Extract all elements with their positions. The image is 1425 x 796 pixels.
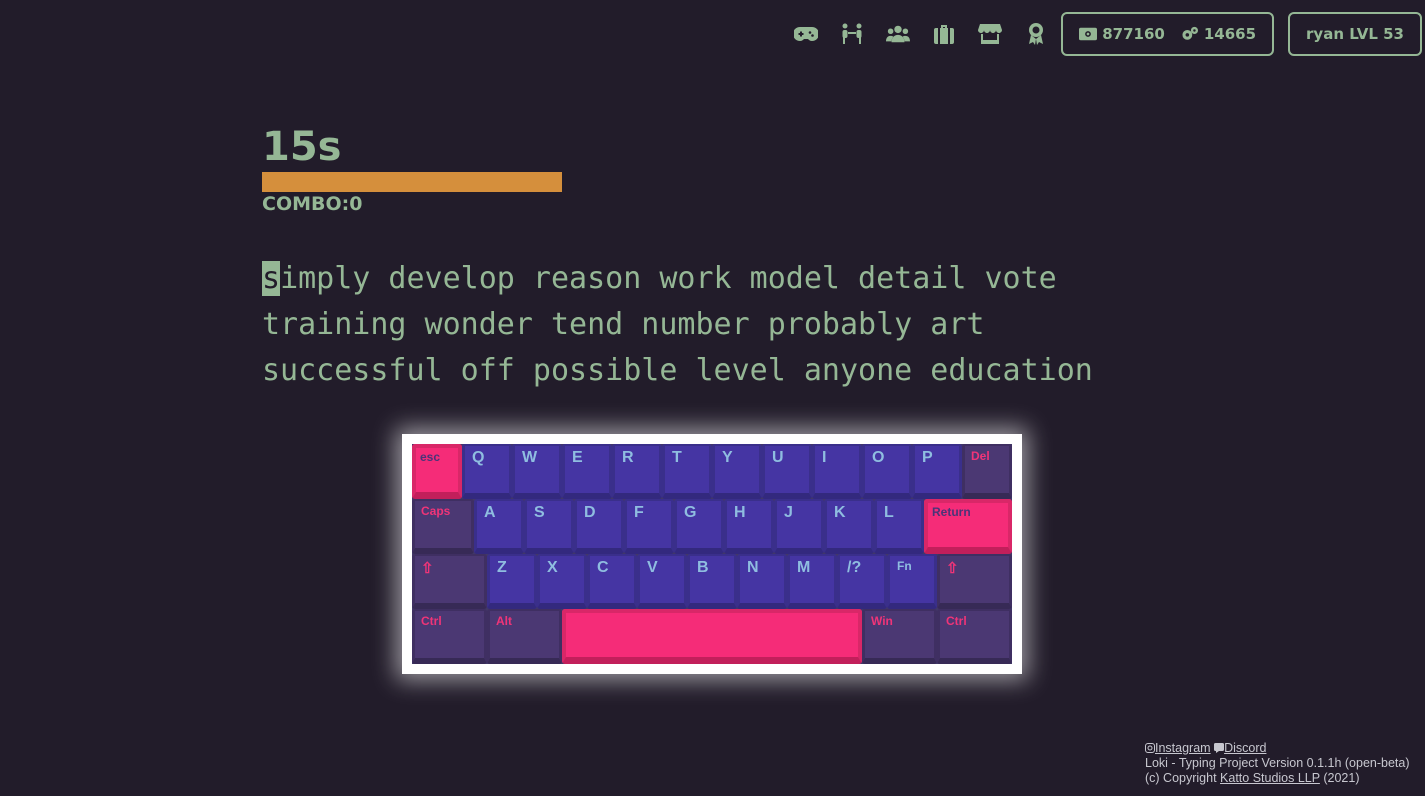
money-icon [1079,27,1098,41]
inventory-icon[interactable] [921,12,967,56]
key-l[interactable]: L [874,499,924,554]
currency-panel[interactable]: 877160 14665 [1061,12,1275,56]
key-slash[interactable]: /? [837,554,887,609]
award-icon[interactable] [1013,12,1059,56]
key-win[interactable]: Win [862,609,937,664]
copyright-text: (c) Copyright Katto Studios LLP (2021) [1145,771,1410,786]
key-s[interactable]: S [524,499,574,554]
key-left-ctrl[interactable]: Ctrl [412,609,487,664]
timer-display: 15s [262,124,342,170]
key-x[interactable]: X [537,554,587,609]
key-fn[interactable]: Fn [887,554,937,609]
key-b[interactable]: B [687,554,737,609]
key-w[interactable]: W [512,444,562,499]
key-q[interactable]: Q [462,444,512,499]
key-r[interactable]: R [612,444,662,499]
gears-icon [1182,26,1198,40]
key-m[interactable]: M [787,554,837,609]
key-d[interactable]: D [574,499,624,554]
key-o[interactable]: O [862,444,912,499]
key-space[interactable] [562,609,862,664]
key-right-shift[interactable]: ⇧ [937,554,1012,609]
discord-icon [1214,743,1225,753]
text-caret: s [262,261,281,296]
gears-stat: 14665 [1181,25,1256,43]
store-icon[interactable] [967,12,1013,56]
user-label: ryan LVL 53 [1306,25,1404,43]
key-f[interactable]: F [624,499,674,554]
key-n[interactable]: N [737,554,787,609]
key-alt[interactable]: Alt [487,609,562,664]
instagram-link[interactable]: Instagram [1155,741,1211,755]
company-link[interactable]: Katto Studios LLP [1220,771,1320,785]
key-p[interactable]: P [912,444,962,499]
key-k[interactable]: K [824,499,874,554]
key-y[interactable]: Y [712,444,762,499]
key-left-shift[interactable]: ⇧ [412,554,487,609]
key-h[interactable]: H [724,499,774,554]
key-c[interactable]: C [587,554,637,609]
key-t[interactable]: T [662,444,712,499]
key-caps[interactable]: Caps [412,499,474,554]
timer-progress-bar [262,172,562,192]
footer-links: Instagram Discord [1145,741,1410,756]
key-i[interactable]: I [812,444,862,499]
money-value: 877160 [1102,25,1165,43]
copyright-prefix: (c) Copyright [1145,771,1221,785]
footer: Instagram Discord Loki - Typing Project … [1145,741,1410,786]
multiplayer-icon[interactable] [829,12,875,56]
key-g[interactable]: G [674,499,724,554]
instagram-icon [1145,743,1155,753]
key-e[interactable]: E [562,444,612,499]
timer-progress-fill [262,172,562,192]
virtual-keyboard: esc Q W E R T Y U I O P Del Caps A S D F… [402,434,1022,674]
user-profile-button[interactable]: ryan LVL 53 [1288,12,1422,56]
key-return[interactable]: Return [924,499,1012,554]
key-u[interactable]: U [762,444,812,499]
typing-text[interactable]: simply develop reason work model detail … [262,256,1142,394]
gamepad-icon[interactable] [783,12,829,56]
users-icon[interactable] [875,12,921,56]
discord-link[interactable]: Discord [1224,741,1266,755]
key-z[interactable]: Z [487,554,537,609]
top-nav: 877160 14665 ryan LVL 53 [783,12,1422,56]
key-a[interactable]: A [474,499,524,554]
key-right-ctrl[interactable]: Ctrl [937,609,1012,664]
key-esc[interactable]: esc [412,444,462,499]
version-text: Loki - Typing Project Version 0.1.1h (op… [1145,756,1410,770]
gears-value: 14665 [1203,25,1257,43]
key-v[interactable]: V [637,554,687,609]
key-j[interactable]: J [774,499,824,554]
copyright-suffix: (2021) [1319,771,1360,785]
money-stat: 877160 [1079,25,1165,43]
key-del[interactable]: Del [962,444,1012,499]
typing-words: imply develop reason work model detail v… [262,261,1093,388]
combo-counter: COMBO:0 [262,193,363,215]
